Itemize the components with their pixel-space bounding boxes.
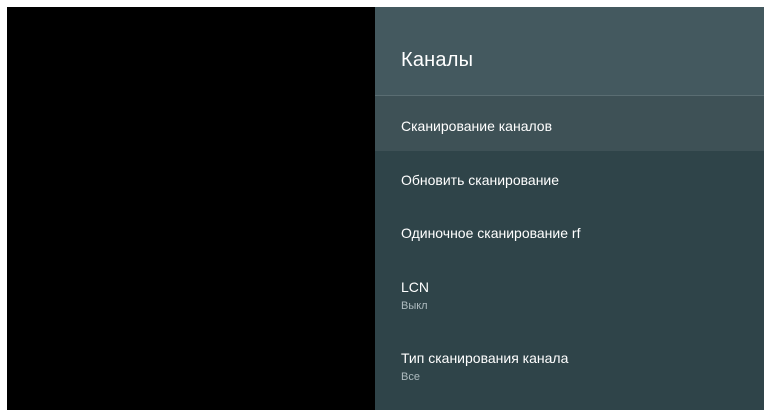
tv-display: Каналы Сканирование каналов Обновить ска…	[7, 7, 764, 410]
menu-item-lcn[interactable]: LCN Выкл	[375, 257, 764, 328]
menu-item-single-rf-scan[interactable]: Одиночное сканирование rf	[375, 204, 764, 257]
menu-item-label: Сканирование каналов	[401, 118, 553, 134]
menu-item-label: Одиночное сканирование rf	[401, 225, 581, 241]
menu-item-value: Выкл	[401, 300, 428, 312]
menu-item-value: Все	[401, 371, 420, 383]
menu-item-channel-scan[interactable]: Сканирование каналов	[375, 96, 764, 151]
tv-screen: Каналы Сканирование каналов Обновить ска…	[0, 0, 768, 411]
panel-header: Каналы	[375, 7, 764, 96]
menu-item-channel-scan-type[interactable]: Тип сканирования канала Все	[375, 328, 764, 408]
menu-item-label: LCN	[401, 279, 430, 295]
menu-item-label: Тип сканирования канала	[401, 350, 569, 366]
panel-title: Каналы	[401, 49, 474, 71]
video-preview	[7, 7, 375, 410]
channels-settings-panel: Каналы Сканирование каналов Обновить ска…	[375, 7, 764, 410]
menu-item-update-scan[interactable]: Обновить сканирование	[375, 151, 764, 204]
menu-item-label: Обновить сканирование	[401, 172, 560, 188]
